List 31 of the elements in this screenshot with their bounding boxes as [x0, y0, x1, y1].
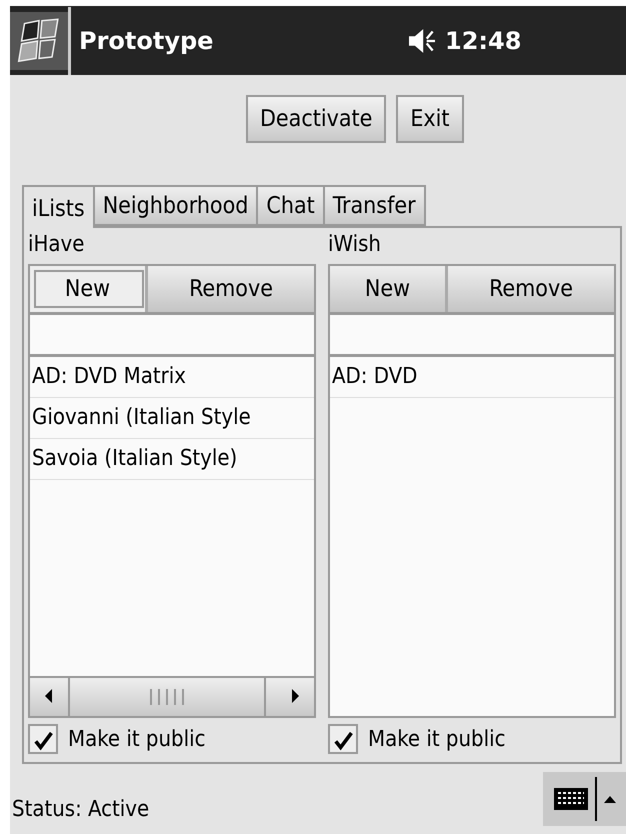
caret-up-icon	[602, 794, 616, 804]
status-text: Status: Active	[12, 797, 150, 822]
window-title: Prototype	[79, 26, 214, 54]
list-heading: iHave	[28, 232, 86, 259]
tab[interactable]: Transfer	[322, 185, 426, 226]
windows-flag-icon[interactable]	[10, 6, 71, 74]
horizontal-scrollbar[interactable]	[30, 676, 314, 716]
toolbar-button[interactable]: Deactivate	[246, 95, 386, 143]
list-item[interactable]: AD: DVD Matrix	[30, 357, 314, 398]
toolbar-button[interactable]: Exit	[396, 95, 464, 143]
keyboard-icon	[552, 787, 588, 811]
checkbox[interactable]	[28, 724, 58, 754]
list-item[interactable]: Giovanni (Italian Style	[30, 398, 314, 439]
list-button[interactable]: Remove	[148, 266, 314, 312]
input-panel-button[interactable]	[543, 772, 626, 826]
checkbox[interactable]	[328, 724, 358, 754]
tab[interactable]: iLists	[22, 185, 93, 230]
speaker-icon[interactable]	[407, 28, 437, 54]
list-button[interactable]: New	[330, 266, 448, 312]
checkbox-label[interactable]: Make it public	[68, 726, 206, 752]
list-button[interactable]: Remove	[448, 266, 614, 312]
tab[interactable]: Neighborhood	[92, 185, 256, 226]
list-item[interactable]: Savoia (Italian Style)	[30, 439, 314, 480]
list-button[interactable]: New	[30, 266, 148, 312]
list-heading: iWish	[328, 232, 382, 259]
checkbox-label[interactable]: Make it public	[368, 726, 506, 752]
list-item[interactable]: AD: DVD	[330, 357, 614, 398]
grip-icon	[147, 687, 187, 707]
clock-time[interactable]: 12:48	[445, 26, 522, 54]
tab[interactable]: Chat	[256, 185, 323, 226]
scroll-thumb[interactable]	[68, 678, 266, 716]
